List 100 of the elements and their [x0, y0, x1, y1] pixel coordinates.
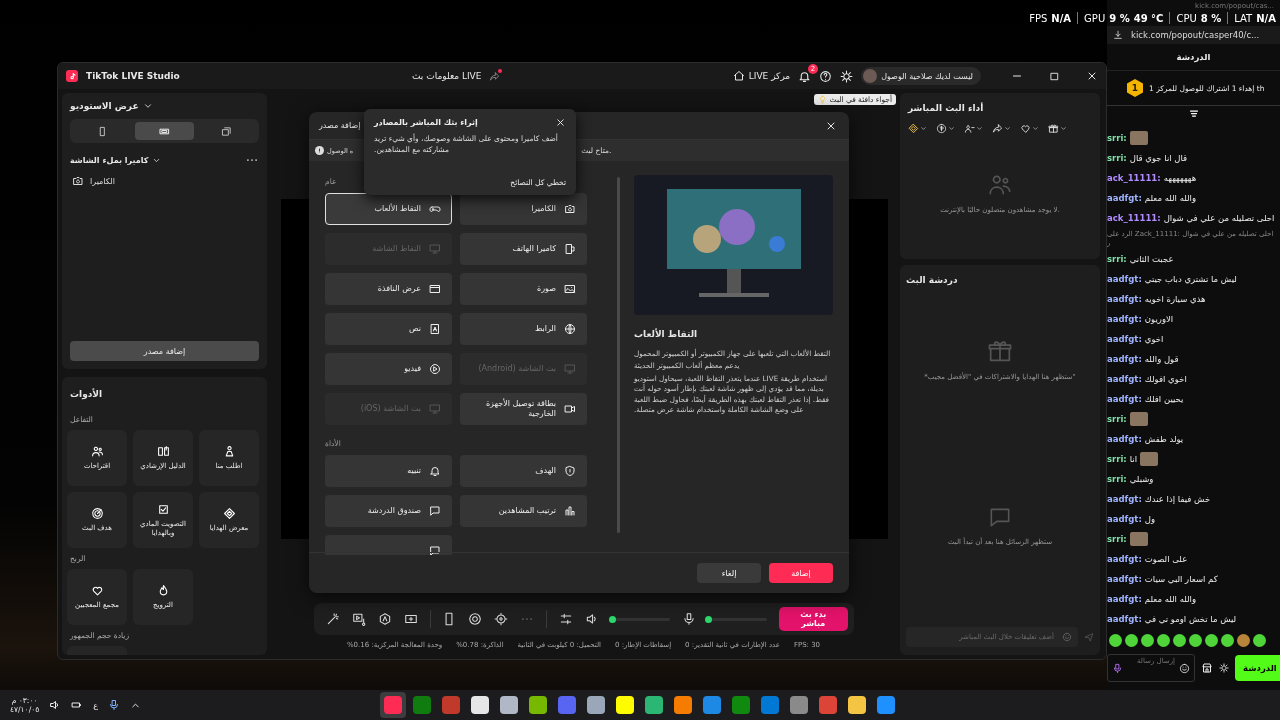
monitor-icon — [429, 403, 441, 415]
source-option[interactable]: الرابط — [460, 313, 587, 345]
chat-username: aadfgt: — [1107, 294, 1142, 304]
source-option[interactable]: بطاقة توصيل الأجهزة الخارجية — [460, 393, 587, 425]
magic-wand-icon[interactable] — [325, 612, 340, 626]
screen-add-icon[interactable] — [403, 612, 418, 626]
emote-icon[interactable] — [1125, 634, 1138, 647]
emote-image — [1140, 452, 1159, 466]
share-icon[interactable] — [489, 70, 501, 82]
phone-camera-icon — [564, 243, 576, 255]
slider-thumb[interactable] — [705, 615, 713, 623]
camera-icon — [564, 203, 576, 215]
go-live-button[interactable]: بدء بث مباشر — [779, 607, 848, 631]
source-option[interactable]: فيديو — [325, 353, 452, 385]
chat-message-text: يحيين افلك — [1144, 394, 1184, 404]
chat-message-text: اخوي افولك — [1144, 374, 1187, 384]
chat-username: aadfgt: — [1107, 374, 1142, 384]
maximize-icon[interactable] — [1049, 70, 1060, 82]
source-option[interactable]: التقاط الألعاب — [325, 193, 452, 225]
slider-thumb[interactable] — [609, 615, 617, 623]
portrait-icon — [97, 125, 108, 137]
battery-icon[interactable] — [71, 699, 84, 711]
source-option[interactable]: صندوق الدردشة — [325, 495, 452, 527]
emote-icon[interactable] — [1141, 634, 1154, 647]
stream-info-button[interactable]: معلومات بث LIVE — [412, 71, 482, 81]
source-option[interactable]: الهدف — [460, 455, 587, 487]
cancel-button[interactable]: إلغاء — [697, 563, 761, 583]
download-icon[interactable] — [1113, 30, 1123, 40]
emote-icon[interactable] — [1173, 634, 1186, 647]
panel-title: دردشة البث — [906, 275, 959, 285]
video-camera-icon — [564, 403, 576, 415]
chat-message-text: وشبلي — [1129, 474, 1154, 484]
chat-username: aadfgt: — [1107, 434, 1142, 444]
monitor-icon — [429, 243, 441, 255]
play-icon — [429, 363, 441, 375]
close-icon[interactable] — [555, 117, 566, 128]
metric-dropdown[interactable] — [936, 123, 955, 134]
source-option[interactable]: عرض النافذة — [325, 273, 452, 305]
section-title: الأدوات — [70, 389, 104, 399]
emote-icon[interactable] — [1237, 634, 1250, 647]
metric-dropdown[interactable] — [1020, 123, 1039, 134]
microphone-icon[interactable] — [108, 699, 120, 711]
layout-tab[interactable] — [135, 122, 194, 140]
add-source-button[interactable]: إضافة مصدر — [70, 341, 259, 361]
emote-icon[interactable] — [1221, 634, 1234, 647]
close-icon[interactable] — [1086, 70, 1098, 82]
source-option[interactable]: نص — [325, 313, 452, 345]
metric-dropdown[interactable] — [992, 123, 1011, 134]
emote-icon[interactable] — [1189, 634, 1202, 647]
live-center-button[interactable]: LIVE مركز — [732, 70, 791, 82]
emote-icon[interactable] — [1109, 634, 1122, 647]
focus-icon[interactable] — [494, 612, 509, 626]
chat-message-text: اخوي — [1144, 334, 1164, 344]
metric-dropdown[interactable] — [908, 123, 927, 134]
emote-icon[interactable] — [1157, 634, 1170, 647]
source-option[interactable]: ترتيب المشاهدين — [460, 495, 587, 527]
emote-icon[interactable] — [1205, 634, 1218, 647]
source-option[interactable]: صورة — [460, 273, 587, 305]
microphone-icon[interactable] — [1112, 662, 1123, 674]
studio-view-dropdown[interactable]: عرض الاستوديو — [70, 101, 153, 111]
chat-username: srri: — [1107, 254, 1127, 264]
chat-message-text: والله الله معلم — [1144, 594, 1197, 604]
scene-dropdown[interactable]: كاميرا بملء الشاشة — [70, 155, 162, 165]
chat-message-text: ليش ما تخش اومو تي في — [1144, 614, 1237, 624]
record-icon[interactable] — [468, 612, 483, 626]
settings-icon[interactable] — [840, 69, 854, 83]
source-option[interactable]: تنبيه — [325, 455, 452, 487]
bell-icon[interactable] — [798, 69, 812, 83]
source-item[interactable]: الكاميرا — [70, 167, 259, 195]
scrollbar[interactable] — [617, 177, 620, 533]
globe-icon — [564, 323, 576, 335]
diamond-icon — [908, 123, 919, 134]
tip-title: إثراء بثك المباشر بالمصادر — [374, 118, 478, 127]
media-icon[interactable] — [351, 612, 366, 626]
target-icon — [90, 507, 104, 521]
sliders-icon[interactable] — [559, 612, 574, 626]
store-icon[interactable] — [1201, 662, 1213, 674]
chat-button[interactable]: الدردشة — [1235, 655, 1280, 681]
chat-message-text: قول والله — [1144, 354, 1179, 364]
metric-dropdown[interactable] — [1048, 123, 1067, 134]
source-option[interactable]: الكاميرا — [460, 193, 587, 225]
help-icon[interactable] — [819, 69, 833, 83]
checkbox-icon — [156, 503, 170, 517]
dual-screen-icon — [221, 125, 232, 137]
add-button[interactable]: إضافة — [769, 563, 833, 583]
settings-icon[interactable] — [1219, 663, 1229, 673]
microphone-icon[interactable] — [682, 612, 697, 626]
chat-username: srri: — [1107, 474, 1127, 484]
chat-username: aadfgt: — [1107, 314, 1142, 324]
collapse-icon[interactable] — [1187, 108, 1200, 120]
chat-message-text: كم اسعار البي سيات — [1144, 574, 1218, 584]
source-option[interactable]: كاميرا الهاتف — [460, 233, 587, 265]
hexagon-icon[interactable] — [377, 612, 392, 626]
chat-username: srri: — [1107, 133, 1127, 144]
language-indicator[interactable]: ع — [93, 700, 98, 710]
emote-icon[interactable] — [1253, 634, 1266, 647]
metric-dropdown[interactable] — [964, 123, 983, 134]
book-icon — [156, 445, 170, 459]
chat-message-text: والله الله معلم — [1144, 193, 1197, 204]
account-button[interactable]: ليست لديك صلاحية الوصول — [861, 67, 981, 85]
